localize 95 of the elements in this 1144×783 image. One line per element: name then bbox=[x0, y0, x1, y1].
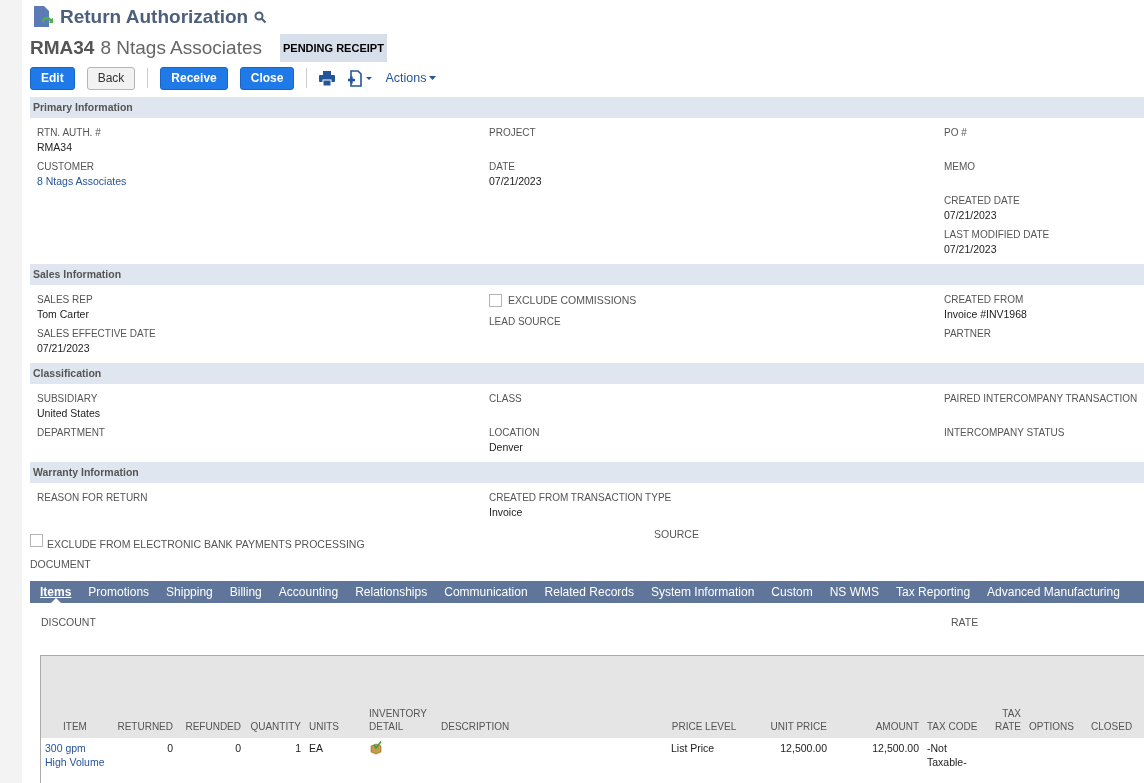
field-label: CREATED FROM TRANSACTION TYPE bbox=[489, 491, 673, 505]
field-label: CREATED DATE bbox=[944, 194, 1021, 208]
table-cell: -Not Taxable- bbox=[927, 741, 967, 768]
tab[interactable]: System Information bbox=[651, 580, 755, 603]
tab[interactable]: Related Records bbox=[544, 580, 634, 603]
table-cell: EA bbox=[309, 741, 323, 754]
field-value: 07/21/2023 bbox=[37, 341, 91, 355]
tab[interactable]: Communication bbox=[444, 580, 528, 603]
column-header: OPTIONS bbox=[1028, 719, 1075, 733]
field-value: Denver bbox=[489, 440, 524, 454]
tab[interactable]: Custom bbox=[771, 580, 813, 603]
section-header: Warranty Information bbox=[30, 462, 1144, 483]
print-icon[interactable] bbox=[319, 70, 336, 86]
field-label: MEMO bbox=[944, 160, 977, 174]
field-value: 07/21/2023 bbox=[944, 242, 998, 256]
tab[interactable]: Relationships bbox=[355, 580, 428, 603]
field-value: 07/21/2023 bbox=[944, 208, 998, 222]
field-label: LAST MODIFIED DATE bbox=[944, 228, 1051, 242]
column-header: REFUNDED bbox=[184, 719, 242, 733]
tab[interactable]: Billing bbox=[229, 580, 262, 603]
table-cell: 0 bbox=[167, 741, 173, 754]
field-label: SOURCE bbox=[654, 527, 699, 542]
field-label: LEAD SOURCE bbox=[489, 314, 562, 329]
field-label: EXCLUDE COMMISSIONS bbox=[508, 293, 637, 308]
document-icon bbox=[32, 5, 54, 30]
section-header: Classification bbox=[30, 363, 1144, 384]
toolbar-button[interactable]: Close bbox=[239, 66, 295, 90]
page-title: Return Authorization bbox=[60, 5, 249, 29]
table-cell: 12,500.00 bbox=[780, 741, 827, 754]
field-label: INTERCOMPANY STATUS bbox=[944, 426, 1066, 440]
table-cell: 12,500.00 bbox=[872, 741, 919, 754]
field-label: CUSTOMER bbox=[37, 160, 96, 174]
tab[interactable]: Promotions bbox=[88, 580, 150, 603]
field-label: PAIRED INTERCOMPANY TRANSACTION bbox=[944, 392, 1139, 406]
field-label: REASON FOR RETURN bbox=[37, 491, 149, 505]
column-header: CLOSED bbox=[1090, 719, 1134, 733]
section-header: Primary Information bbox=[30, 97, 1144, 118]
search-icon[interactable] bbox=[254, 10, 268, 24]
toolbar-button[interactable]: Receive bbox=[160, 66, 228, 90]
toolbar-button[interactable]: Edit bbox=[30, 66, 75, 90]
column-header: AMOUNT bbox=[874, 719, 920, 733]
field-value: 07/21/2023 bbox=[489, 174, 543, 188]
field-label: PARTNER bbox=[944, 327, 992, 341]
field-label: PROJECT bbox=[489, 126, 537, 140]
table-cell: 0 bbox=[235, 741, 241, 754]
field-label: CREATED FROM bbox=[944, 293, 1025, 307]
tab[interactable]: NS WMS bbox=[829, 580, 880, 603]
field-label: RTN. AUTH. # bbox=[37, 126, 102, 140]
table-cell: List Price bbox=[671, 741, 715, 754]
column-header: RETURNED bbox=[116, 719, 174, 733]
field-label: RATE bbox=[951, 614, 979, 630]
record-number: RMA34 bbox=[30, 35, 95, 60]
section-header: Sales Information bbox=[30, 264, 1144, 285]
caret-icon bbox=[429, 76, 437, 80]
column-header: QUANTITY bbox=[249, 719, 302, 733]
column-header: DESCRIPTION bbox=[440, 719, 511, 733]
item-link[interactable]: 300 gpm High Volume bbox=[45, 740, 105, 769]
field-value: Tom Carter bbox=[37, 307, 90, 321]
customer-link[interactable]: 8 Ntags Associates bbox=[37, 174, 489, 188]
column-header: TAX CODE bbox=[926, 719, 979, 733]
field-value: RMA34 bbox=[37, 140, 73, 154]
record-name: 8 Ntags Associates bbox=[100, 35, 262, 60]
table-cell: 1 bbox=[295, 741, 301, 754]
status-badge: PENDING RECEIPT bbox=[280, 33, 387, 62]
checkbox[interactable] bbox=[489, 294, 502, 308]
field-value: Invoice #INV1968 bbox=[944, 307, 1028, 321]
new-document-icon[interactable] bbox=[347, 69, 374, 87]
column-header: UNITS bbox=[308, 719, 340, 733]
field-label: EXCLUDE FROM ELECTRONIC BANK PAYMENTS PROCESSING bbox=[47, 537, 365, 552]
field-value: Invoice bbox=[489, 505, 524, 519]
tab[interactable]: Shipping bbox=[166, 580, 213, 603]
field-label: PO # bbox=[944, 126, 968, 140]
checkbox[interactable] bbox=[30, 534, 43, 548]
field-label: DISCOUNT bbox=[41, 614, 97, 630]
tab[interactable]: Advanced Manufacturing bbox=[987, 580, 1120, 603]
field-label: DATE bbox=[489, 160, 516, 174]
tab[interactable]: Items bbox=[40, 580, 72, 603]
column-header: TAX RATE bbox=[994, 706, 1022, 733]
field-label: SALES REP bbox=[37, 293, 94, 307]
field-label: DOCUMENT bbox=[30, 556, 92, 572]
box-icon[interactable] bbox=[369, 740, 383, 755]
actions-menu[interactable]: Actions bbox=[385, 68, 437, 88]
column-header: UNIT PRICE bbox=[769, 719, 828, 733]
toolbar-button[interactable]: Back bbox=[86, 66, 136, 90]
column-header: INVENTORY DETAIL bbox=[368, 706, 428, 733]
field-label: SUBSIDIARY bbox=[37, 392, 99, 406]
field-value: United States bbox=[37, 406, 102, 420]
column-header: PRICE LEVEL bbox=[670, 719, 738, 733]
field-label: SALES EFFECTIVE DATE bbox=[37, 327, 157, 341]
field-label: CLASS bbox=[489, 392, 523, 406]
tab[interactable]: Tax Reporting bbox=[896, 580, 971, 603]
field-label: DEPARTMENT bbox=[37, 426, 106, 440]
field-label: LOCATION bbox=[489, 426, 541, 440]
tab[interactable]: Accounting bbox=[278, 580, 339, 603]
column-header: ITEM bbox=[62, 719, 88, 733]
